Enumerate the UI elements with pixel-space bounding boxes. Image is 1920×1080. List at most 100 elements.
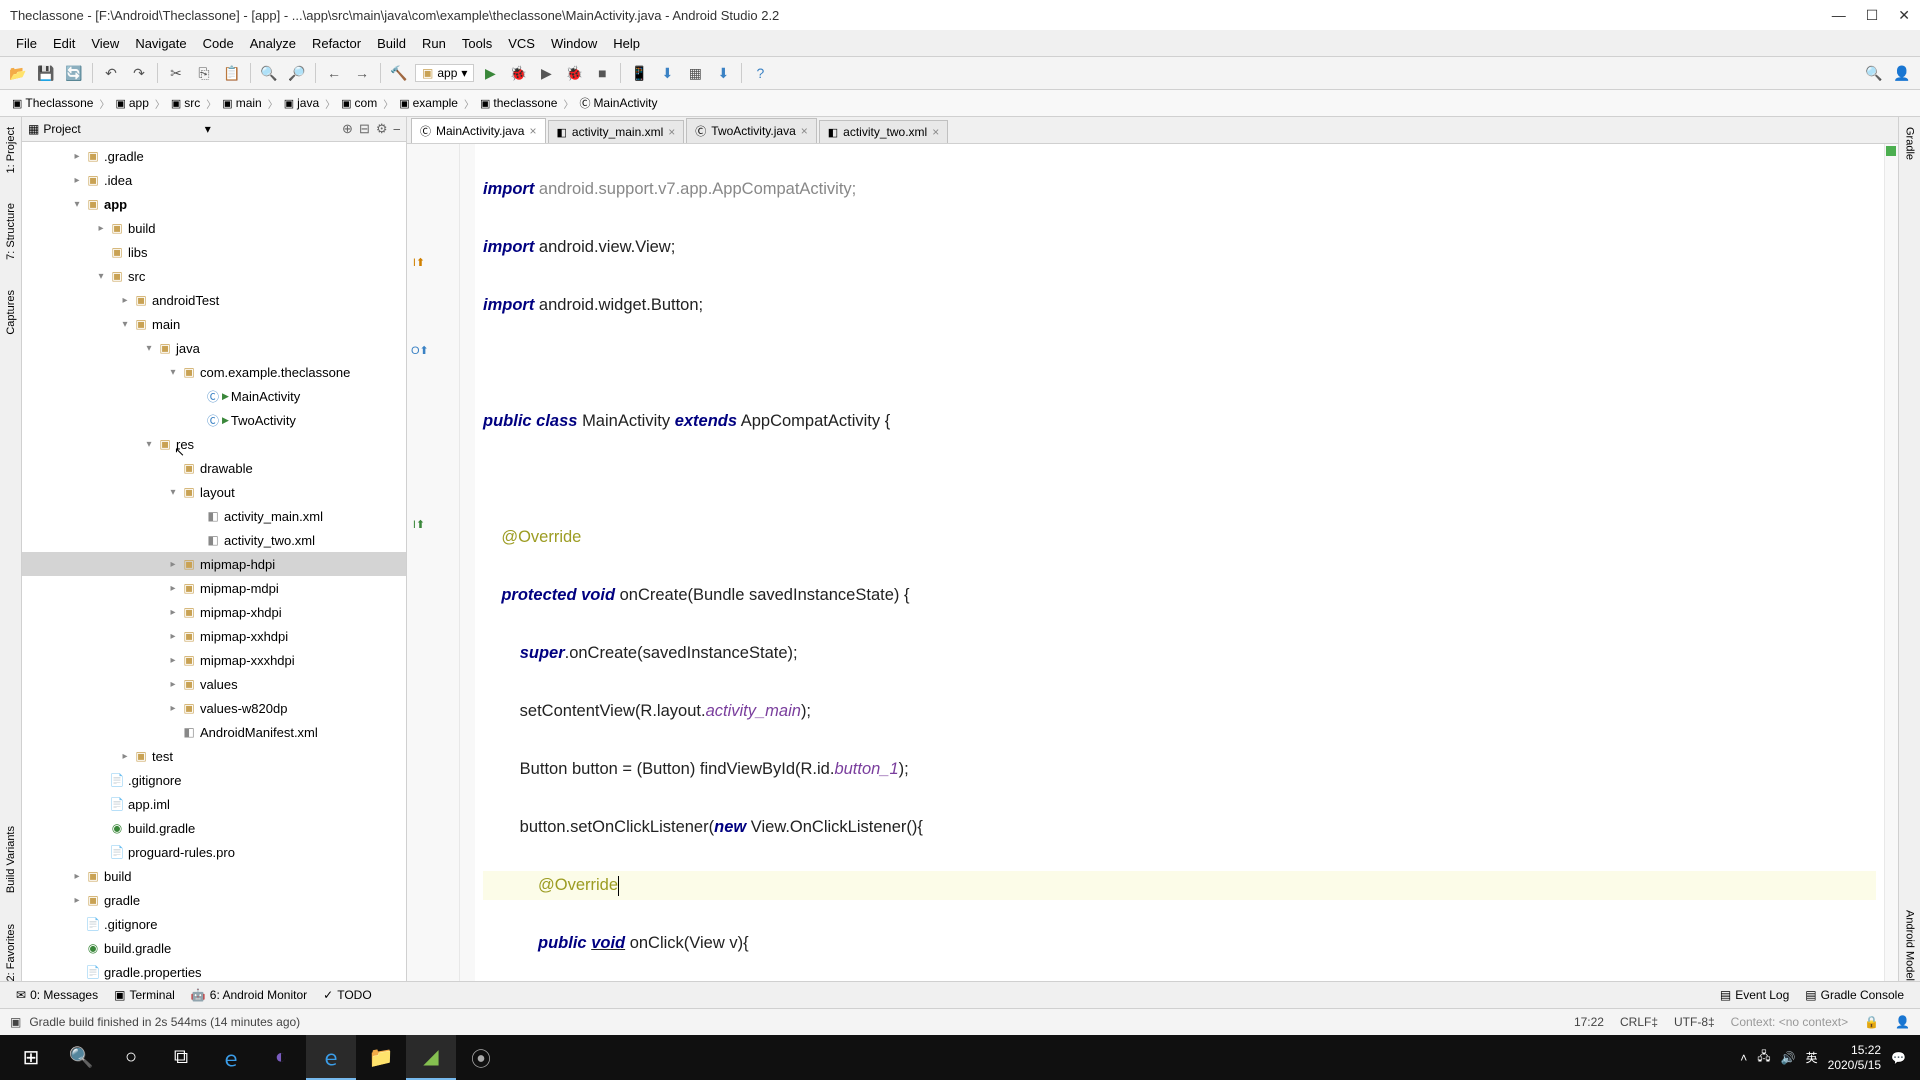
crumb-mainactivity[interactable]: ⒸMainActivity [575,94,661,112]
context-info[interactable]: Context: <no context> [1731,1015,1848,1029]
code-editor[interactable]: import android.support.v7.app.AppCompatA… [475,144,1884,981]
tree-item-values-w820dp[interactable]: ▸▣values-w820dp [22,696,406,720]
tree-item-src[interactable]: ▾▣src [22,264,406,288]
menu-vcs[interactable]: VCS [500,34,543,53]
tab-terminal[interactable]: ▣Terminal [106,986,183,1004]
tree-item-res[interactable]: ▾▣res↖ [22,432,406,456]
menu-run[interactable]: Run [414,34,454,53]
line-separator[interactable]: CRLF‡ [1620,1015,1658,1029]
start-button[interactable]: ⊞ [6,1035,56,1080]
tree-item-layout[interactable]: ▾▣layout [22,480,406,504]
redo-icon[interactable]: ↷ [127,61,151,85]
tab-gradle-console[interactable]: ▤Gradle Console [1797,986,1912,1004]
crumb-example[interactable]: ▣example [395,95,462,111]
tab-messages[interactable]: ✉0: Messages [8,986,106,1004]
tree-item-build-gradle-root[interactable]: ◉build.gradle [22,936,406,960]
gear-icon[interactable]: ⚙ [376,121,388,137]
tab-android-monitor[interactable]: 🤖6: Android Monitor [183,986,315,1004]
tree-item-drawable[interactable]: ▣drawable [22,456,406,480]
tree-item-build-root[interactable]: ▸▣build [22,864,406,888]
crumb-project[interactable]: ▣Theclassone [8,95,97,111]
lock-icon[interactable]: 🔒 [1864,1015,1879,1029]
run-config-select[interactable]: ▣ app ▾ [415,64,474,82]
maximize-icon[interactable]: ☐ [1866,7,1879,24]
tree-item-build-gradle[interactable]: ◉build.gradle [22,816,406,840]
tree-item-activity-main-xml[interactable]: ◧activity_main.xml [22,504,406,528]
taskbar-ie[interactable]: ｅ [306,1035,356,1080]
network-icon[interactable]: 🖧 [1757,1047,1770,1068]
minimize-icon[interactable]: — [1832,7,1846,24]
open-icon[interactable]: 📂 [6,61,30,85]
target-icon[interactable]: ⊟ [359,121,370,137]
taskbar-obs[interactable]: ⦿ [456,1035,506,1080]
tree-item-gradle[interactable]: ▸▣.gradle [22,144,406,168]
implements-marker-icon[interactable]: I⬆ [411,256,427,272]
tree-item-build[interactable]: ▸▣build [22,216,406,240]
task-view-button[interactable]: ⧉ [156,1035,206,1080]
tree-item-package[interactable]: ▾▣com.example.theclassone [22,360,406,384]
tree-item-java[interactable]: ▾▣java [22,336,406,360]
replace-icon[interactable]: 🔎 [285,61,309,85]
error-strip[interactable] [1884,144,1898,981]
tree-item-androidtest[interactable]: ▸▣androidTest [22,288,406,312]
tree-item-main[interactable]: ▾▣main [22,312,406,336]
tree-item-twoactivity[interactable]: Ⓒ▶TwoActivity [22,408,406,432]
search-icon[interactable]: 🔍 [1862,61,1886,85]
action-center-icon[interactable]: 💬 [1891,1051,1906,1065]
fold-gutter[interactable] [460,144,475,981]
sdk-icon[interactable]: ⬇ [655,61,679,85]
stop-icon[interactable]: ■ [590,61,614,85]
tab-project[interactable]: 1: Project [5,127,17,173]
run-icon[interactable]: ▶ [478,61,502,85]
search-button[interactable]: 🔍 [56,1035,106,1080]
tab-todo[interactable]: ✓TODO [315,986,380,1004]
tree-item-gitignore[interactable]: 📄.gitignore [22,768,406,792]
tree-item-manifest[interactable]: ◧AndroidManifest.xml [22,720,406,744]
crumb-java[interactable]: ▣java [280,95,323,111]
attach-icon[interactable]: 🐞 [562,61,586,85]
tab-build-variants[interactable]: Build Variants [5,826,17,893]
forward-icon[interactable]: → [350,61,374,85]
cortana-button[interactable]: ○ [106,1035,156,1080]
menu-file[interactable]: File [8,34,45,53]
tree-item-mainactivity[interactable]: Ⓒ▶MainActivity [22,384,406,408]
tab-activity-two-xml[interactable]: ◧activity_two.xml× [819,120,948,143]
tree-item-values[interactable]: ▸▣values [22,672,406,696]
file-encoding[interactable]: UTF-8‡ [1674,1015,1715,1029]
tree-item-proguard[interactable]: 📄proguard-rules.pro [22,840,406,864]
tab-favorites[interactable]: 2: Favorites [5,924,17,981]
menu-window[interactable]: Window [543,34,605,53]
paste-icon[interactable]: 📋 [220,61,244,85]
tab-twoactivity[interactable]: ⒸTwoActivity.java× [686,118,816,143]
back-icon[interactable]: ← [322,61,346,85]
tree-item-test[interactable]: ▸▣test [22,744,406,768]
tree-item-gradle-root[interactable]: ▸▣gradle [22,888,406,912]
project-structure-icon[interactable]: ▦ [683,61,707,85]
make-icon[interactable]: 🔨 [387,61,411,85]
undo-icon[interactable]: ↶ [99,61,123,85]
sync-icon[interactable]: 🔄 [62,61,86,85]
menu-tools[interactable]: Tools [454,34,500,53]
close-icon[interactable]: ✕ [1898,7,1910,24]
help-icon[interactable]: ? [748,61,772,85]
crumb-main[interactable]: ▣main [218,95,265,111]
editor-gutter[interactable]: I⬆ O⬆ I⬆ [407,144,460,981]
taskbar-android-studio[interactable]: ◢ [406,1035,456,1080]
copy-icon[interactable]: ⎘ [192,61,216,85]
caret-position[interactable]: 17:22 [1574,1015,1604,1029]
menu-navigate[interactable]: Navigate [127,34,194,53]
taskbar-explorer[interactable]: 📁 [356,1035,406,1080]
close-tab-icon[interactable]: × [529,124,536,138]
hide-icon[interactable]: ⎯ [394,121,401,137]
tab-android-model[interactable]: Android Model [1904,910,1916,981]
debug-icon[interactable]: 🐞 [506,61,530,85]
tree-item-app[interactable]: ▾▣app [22,192,406,216]
tree-item-activity-two-xml[interactable]: ◧activity_two.xml [22,528,406,552]
menu-view[interactable]: View [83,34,127,53]
crumb-theclassone[interactable]: ▣theclassone [476,95,561,111]
volume-icon[interactable]: 🔊 [1781,1051,1796,1065]
tab-event-log[interactable]: ▤Event Log [1712,986,1797,1004]
tree-item-mipmap-xxhdpi[interactable]: ▸▣mipmap-xxhdpi [22,624,406,648]
tree-item-app-iml[interactable]: 📄app.iml [22,792,406,816]
tab-structure[interactable]: 7: Structure [5,203,17,260]
